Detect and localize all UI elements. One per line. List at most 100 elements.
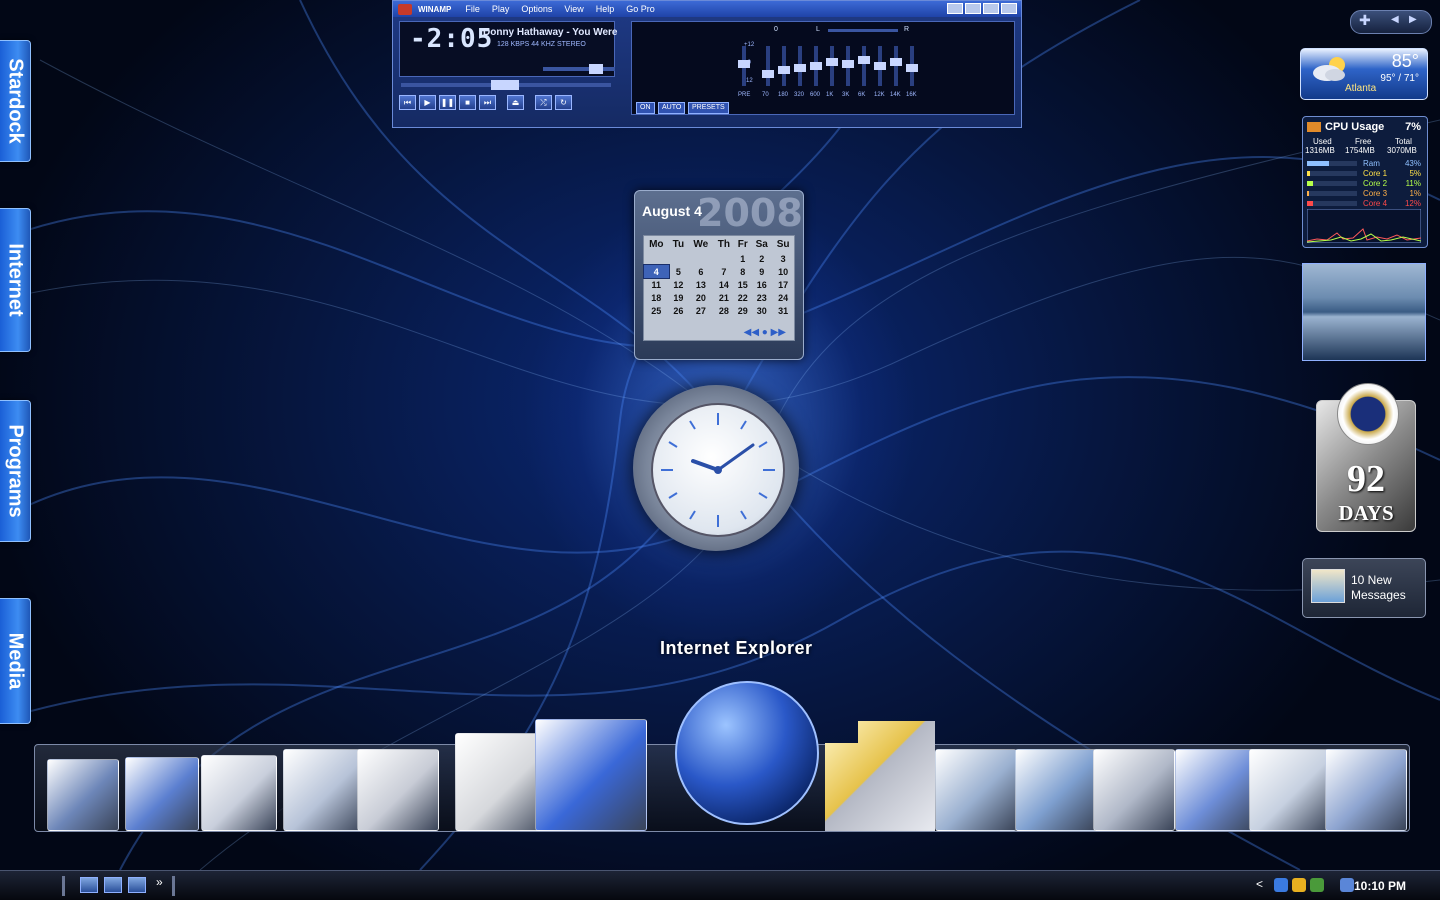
mail-widget[interactable]: 10 New Messages [1302, 558, 1426, 618]
eq-band-slider[interactable] [826, 46, 838, 86]
volume-slider[interactable] [543, 64, 615, 74]
tray-expand-button[interactable]: < [1256, 877, 1263, 891]
users-folder-icon[interactable] [1015, 749, 1097, 831]
calendar-nav[interactable]: ◀◀ ● ▶▶ [744, 327, 786, 338]
calendar-day[interactable]: 19 [669, 291, 689, 304]
previous-button[interactable]: ⏮ [399, 95, 416, 110]
eq-band-knob[interactable] [858, 56, 870, 64]
sidebar-tab-programs[interactable]: Programs [0, 400, 31, 542]
menu-go-pro[interactable]: Go Pro [626, 4, 655, 14]
eq-band-slider[interactable] [858, 46, 870, 86]
tray-app-icon[interactable] [1274, 878, 1288, 892]
countdown-widget[interactable]: 92 DAYS [1316, 383, 1416, 532]
menu-file[interactable]: File [465, 4, 480, 14]
calendar-day[interactable]: 31 [772, 304, 794, 317]
pause-button[interactable]: ❚❚ [439, 95, 456, 110]
video-folder-icon[interactable] [357, 749, 439, 831]
calendar-day[interactable]: 9 [751, 265, 772, 278]
quicklaunch-app-icon[interactable] [104, 877, 122, 893]
eq-band-slider[interactable] [794, 46, 806, 86]
eject-button[interactable]: ⏏ [507, 95, 524, 110]
calendar-day[interactable]: 15 [734, 278, 751, 291]
eq-band-slider[interactable] [738, 46, 750, 86]
tray-messenger-icon[interactable] [1292, 878, 1306, 892]
next-icon[interactable]: ▶ [1409, 14, 1417, 25]
my-computer-icon[interactable] [47, 759, 119, 831]
calendar-day[interactable]: 14 [713, 278, 734, 291]
eq-band-knob[interactable] [738, 60, 750, 68]
pictures-folder-icon[interactable] [935, 749, 1017, 831]
sidebar-tab-stardock[interactable]: Stardock [0, 40, 31, 162]
eq-band-knob[interactable] [794, 64, 806, 72]
calendar-day[interactable]: 1 [734, 252, 751, 265]
recycle-bin-icon[interactable] [125, 757, 199, 831]
eq-band-slider[interactable] [874, 46, 886, 86]
taskbar-grip-2[interactable] [172, 876, 175, 896]
seek-bar[interactable] [401, 80, 611, 90]
calendar-day[interactable]: 22 [734, 291, 751, 304]
eq-band-slider[interactable] [762, 46, 774, 86]
network-places-icon[interactable] [1249, 749, 1331, 831]
network-icon[interactable] [1340, 878, 1354, 892]
tray-update-icon[interactable] [1310, 878, 1324, 892]
calendar-day[interactable]: 30 [751, 304, 772, 317]
eq-band-knob[interactable] [762, 70, 774, 78]
close-icon[interactable] [1001, 3, 1017, 14]
balance-slider[interactable] [828, 29, 898, 32]
calendar-day[interactable]: 18 [644, 291, 669, 304]
calendar-day[interactable]: 2 [751, 252, 772, 265]
calendar-day[interactable]: 12 [669, 278, 689, 291]
eq-band-knob[interactable] [906, 64, 918, 72]
add-widget-icon[interactable]: ✚ [1359, 12, 1371, 29]
next-button[interactable]: ⏭ [479, 95, 496, 110]
calendar-day[interactable]: 27 [688, 304, 713, 317]
calendar-day[interactable]: 5 [669, 265, 689, 278]
calendar-day[interactable]: 25 [644, 304, 669, 317]
network-computer-icon[interactable] [1325, 749, 1407, 831]
music-folder-icon[interactable] [283, 749, 365, 831]
calendar-day[interactable]: 29 [734, 304, 751, 317]
eq-band-slider[interactable] [906, 46, 918, 86]
eq-band-knob[interactable] [890, 58, 902, 66]
photo-widget[interactable] [1302, 263, 1426, 361]
widget-toolbar[interactable]: ✚ ◀ ▶ [1350, 10, 1432, 34]
calendar-day[interactable]: 23 [751, 291, 772, 304]
winamp-titlebar[interactable]: WINAMP File Play Options View Help Go Pr… [393, 1, 1021, 17]
eq-presets-button[interactable]: PRESETS [688, 102, 729, 114]
menu-options[interactable]: Options [521, 4, 552, 14]
calendar-day[interactable]: 7 [713, 265, 734, 278]
calendar-day[interactable]: 16 [751, 278, 772, 291]
calendar-day[interactable]: 20 [688, 291, 713, 304]
play-button[interactable]: ▶ [419, 95, 436, 110]
eq-band-knob[interactable] [842, 60, 854, 68]
calendar-day[interactable]: 6 [688, 265, 713, 278]
taskbar-clock[interactable]: 10:10 PM [1354, 879, 1406, 893]
calendar-day[interactable]: 3 [772, 252, 794, 265]
eq-band-knob[interactable] [826, 58, 838, 66]
eq-on-button[interactable]: ON [636, 102, 655, 114]
shuffle-button[interactable]: ⤮ [535, 95, 552, 110]
weather-widget[interactable]: 85° 95° / 71° Atlanta [1300, 48, 1428, 100]
calendar-day[interactable]: 8 [734, 265, 751, 278]
window-switch-icon[interactable] [128, 877, 146, 893]
calendar-day[interactable]: 24 [772, 291, 794, 304]
menu-play[interactable]: Play [492, 4, 510, 14]
stop-button[interactable]: ■ [459, 95, 476, 110]
restore-icon[interactable] [983, 3, 999, 14]
eq-band-slider[interactable] [810, 46, 822, 86]
taskbar-grip[interactable] [62, 876, 65, 896]
printer-icon[interactable] [201, 755, 277, 831]
quicklaunch-overflow-button[interactable]: » [156, 875, 163, 889]
sidebar-tab-media[interactable]: Media [0, 598, 31, 724]
previous-icon[interactable]: ◀ [1391, 14, 1399, 25]
shade-icon[interactable] [965, 3, 981, 14]
calendar-day[interactable]: 21 [713, 291, 734, 304]
eq-band-slider[interactable] [842, 46, 854, 86]
control-panel-icon[interactable] [1093, 749, 1175, 831]
menu-help[interactable]: Help [596, 4, 615, 14]
eq-band-knob[interactable] [810, 62, 822, 70]
calendar-day[interactable]: 4 [643, 264, 670, 279]
clock-folder-icon[interactable] [1175, 749, 1257, 831]
track-time[interactable]: -2:05 [410, 24, 493, 54]
eq-band-slider[interactable] [890, 46, 902, 86]
